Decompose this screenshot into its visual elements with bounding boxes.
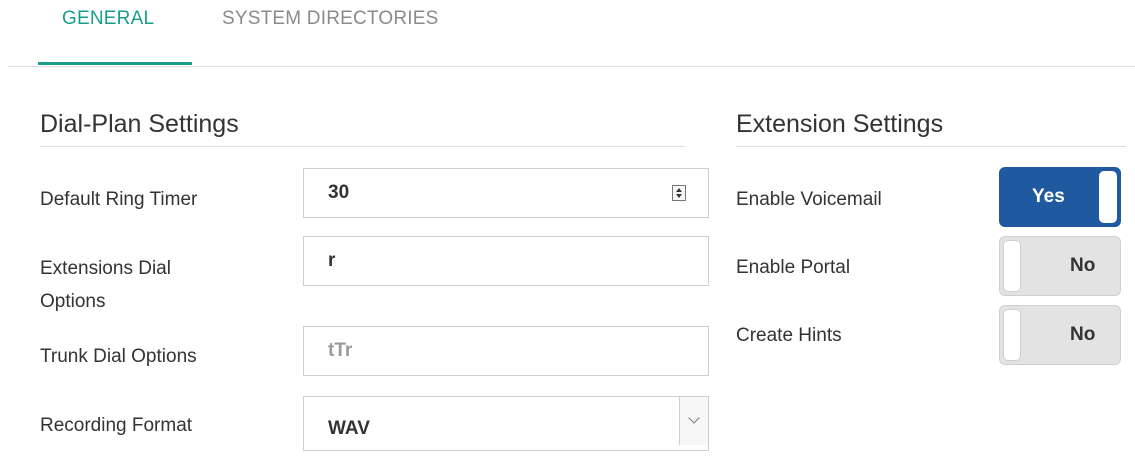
extensions-dial-options-value: r xyxy=(328,250,336,271)
extensions-dial-options-input[interactable]: r xyxy=(303,236,709,286)
spinner-up-icon[interactable] xyxy=(676,188,682,192)
toggle-knob xyxy=(1003,309,1021,361)
tab-bar-divider xyxy=(8,66,1135,67)
active-tab-indicator xyxy=(38,62,192,65)
trunk-dial-options-input[interactable]: tTr xyxy=(303,326,709,376)
extension-settings-title: Extension Settings xyxy=(736,110,944,138)
trunk-dial-options-label: Trunk Dial Options xyxy=(40,346,197,367)
enable-portal-toggle-state: No xyxy=(1070,255,1096,276)
chevron-down-icon xyxy=(688,412,700,424)
default-ring-timer-input[interactable]: 30 xyxy=(303,168,709,218)
tab-bar: GENERAL SYSTEM DIRECTORIES xyxy=(0,0,1135,67)
trunk-dial-options-value: tTr xyxy=(328,340,353,361)
recording-format-dropdown-button[interactable] xyxy=(679,397,708,445)
create-hints-toggle-state: No xyxy=(1070,324,1096,345)
tab-general[interactable]: GENERAL xyxy=(62,8,154,30)
recording-format-select[interactable]: WAV xyxy=(303,396,709,451)
default-ring-timer-label: Default Ring Timer xyxy=(40,189,198,210)
extensions-dial-options-label: Extensions Dial Options xyxy=(40,252,171,318)
dial-plan-settings-title: Dial-Plan Settings xyxy=(40,110,239,138)
default-ring-timer-value: 30 xyxy=(328,182,350,203)
spinner-arrows-icon[interactable] xyxy=(672,185,686,201)
dial-plan-settings-divider xyxy=(40,146,685,147)
enable-portal-label: Enable Portal xyxy=(736,257,851,278)
tab-system-directories[interactable]: SYSTEM DIRECTORIES xyxy=(222,8,439,30)
recording-format-value: WAV xyxy=(328,418,370,439)
enable-voicemail-label: Enable Voicemail xyxy=(736,189,882,210)
extensions-dial-options-label-line1: Extensions Dial xyxy=(40,258,171,279)
create-hints-toggle[interactable]: No xyxy=(999,305,1121,365)
recording-format-label: Recording Format xyxy=(40,415,193,436)
spinner-down-icon[interactable] xyxy=(676,194,682,198)
create-hints-label: Create Hints xyxy=(736,325,842,346)
toggle-knob xyxy=(1003,240,1021,292)
extension-settings-divider xyxy=(736,146,1126,147)
enable-voicemail-toggle[interactable]: Yes xyxy=(999,167,1121,227)
extensions-dial-options-label-line2: Options xyxy=(40,291,106,312)
enable-voicemail-toggle-state: Yes xyxy=(1032,186,1065,207)
enable-portal-toggle[interactable]: No xyxy=(999,236,1121,296)
toggle-knob xyxy=(1099,171,1117,223)
